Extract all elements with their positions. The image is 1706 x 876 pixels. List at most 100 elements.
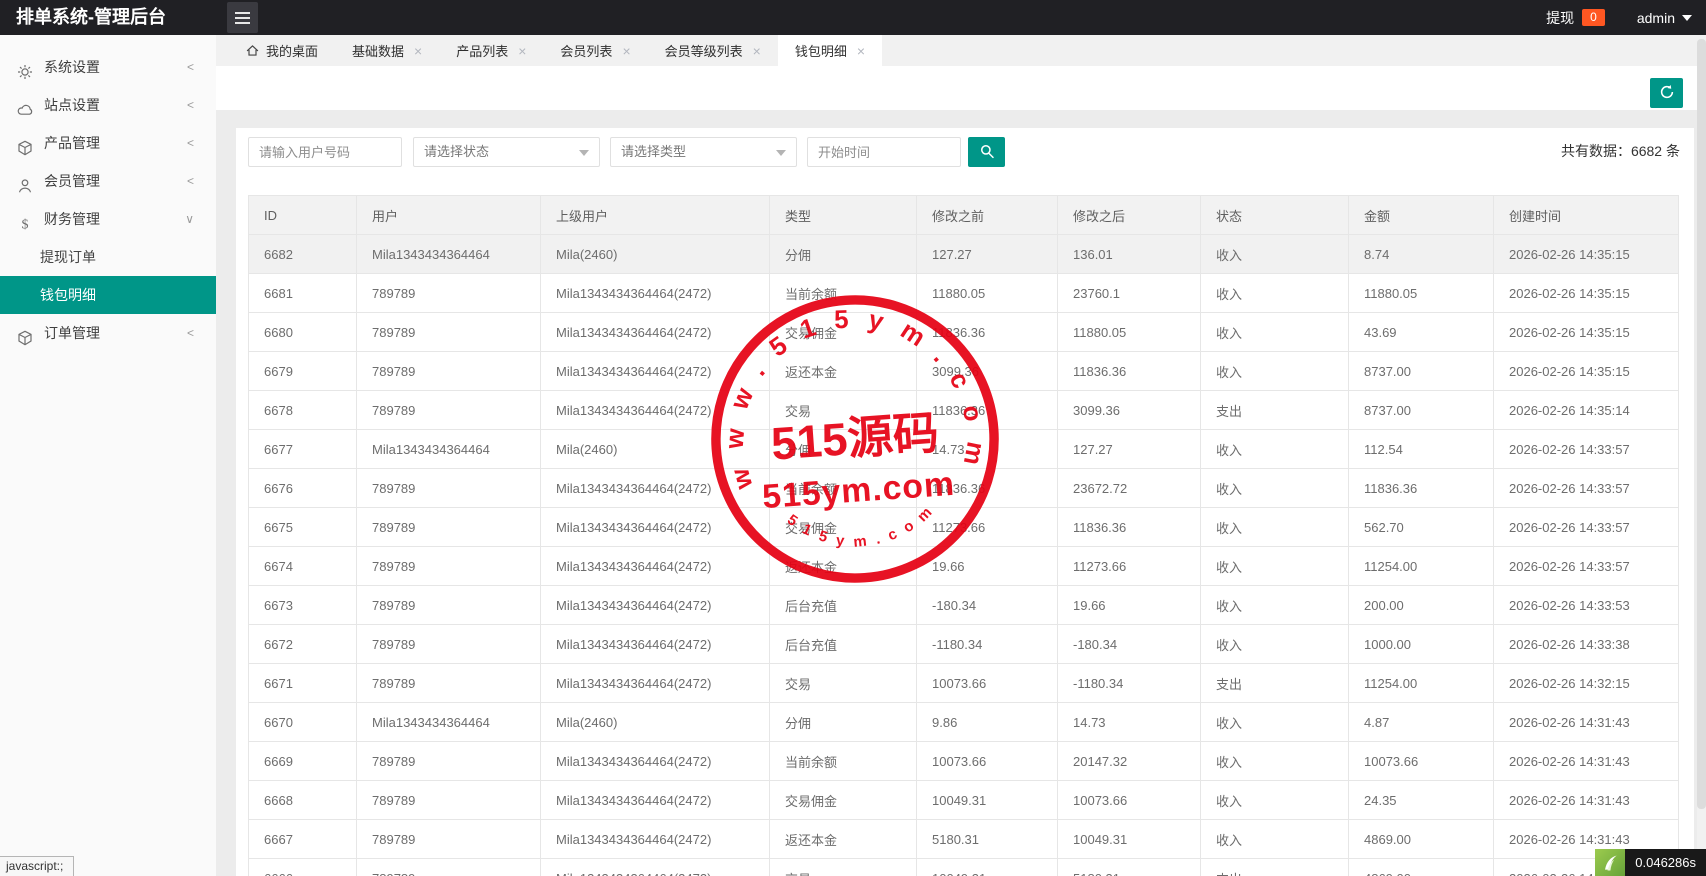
table-cell: 4869.00 (1349, 859, 1494, 876)
type-select[interactable]: 请选择类型 (610, 137, 797, 167)
close-icon[interactable]: × (857, 44, 865, 58)
sidebar-subitem-wallet-detail[interactable]: 钱包明细 (0, 276, 216, 314)
tab-product-list[interactable]: 产品列表 × (439, 35, 543, 66)
column-header: 状态 (1201, 196, 1349, 235)
tab-label: 产品列表 (456, 41, 508, 60)
table-cell: 11836.36 (1349, 469, 1494, 508)
tab-basic-data[interactable]: 基础数据 × (335, 35, 439, 66)
sidebar: 系统设置 < 站点设置 < 产品管理 < 会员管理 < $ 财务管理 ∨ 提现订… (0, 35, 216, 876)
sidebar-item-member-management[interactable]: 会员管理 < (0, 162, 216, 200)
chevron-left-icon: < (187, 314, 194, 352)
table-cell: Mila1343434364464(2472) (541, 352, 770, 391)
close-icon[interactable]: × (622, 44, 630, 58)
tab-desktop[interactable]: 我的桌面 (228, 35, 335, 66)
table-cell: 2026-02-26 14:31:43 (1494, 703, 1679, 742)
table-cell: 127.27 (917, 235, 1058, 274)
table-cell: 交易 (770, 391, 917, 430)
table-cell: Mila1343434364464 (357, 430, 541, 469)
table-cell: Mila1343434364464(2472) (541, 508, 770, 547)
tab-label: 钱包明细 (795, 41, 847, 60)
table-row: 6666789789Mila1343434364464(2472)交易10049… (249, 859, 1679, 876)
withdraw-link[interactable]: 提现 (1546, 8, 1574, 28)
wallet-table: ID 用户 上级用户 类型 修改之前 修改之后 状态 金额 创建时间 6682M… (248, 195, 1678, 876)
sidebar-item-order-management[interactable]: 订单管理 < (0, 314, 216, 352)
sidebar-item-product-management[interactable]: 产品管理 < (0, 124, 216, 162)
table-cell: 6682 (249, 235, 357, 274)
tab-member-list[interactable]: 会员列表 × (543, 35, 647, 66)
table-row: 6672789789Mila1343434364464(2472)后台充值-11… (249, 625, 1679, 664)
sidebar-item-label: 站点设置 (44, 86, 100, 124)
table-cell: 6678 (249, 391, 357, 430)
table-row: 6680789789Mila1343434364464(2472)交易佣金118… (249, 313, 1679, 352)
close-icon[interactable]: × (753, 44, 761, 58)
sidebar-item-label: 订单管理 (44, 314, 100, 352)
thinkphp-leaf-icon[interactable] (1595, 849, 1625, 876)
table-cell: 收入 (1201, 235, 1349, 274)
sidebar-item-finance-management[interactable]: $ 财务管理 ∨ (0, 200, 216, 238)
table-cell: 收入 (1201, 625, 1349, 664)
close-icon[interactable]: × (414, 44, 422, 58)
table-cell: 11836.36 (1058, 352, 1201, 391)
total-count-label: 共有数据：6682 条 (1561, 141, 1680, 161)
table-cell: 收入 (1201, 586, 1349, 625)
table-cell: 当前余额 (770, 469, 917, 508)
table-cell: 789789 (357, 469, 541, 508)
tab-wallet-detail[interactable]: 钱包明细 × (778, 35, 882, 66)
person-icon (16, 172, 34, 190)
sidebar-item-system-settings[interactable]: 系统设置 < (0, 48, 216, 86)
table-cell: 收入 (1201, 274, 1349, 313)
tab-label: 我的桌面 (266, 41, 318, 60)
table-cell: 789789 (357, 820, 541, 859)
table-cell: 6667 (249, 820, 357, 859)
table-cell: 交易佣金 (770, 781, 917, 820)
table-cell: 收入 (1201, 508, 1349, 547)
user-number-input[interactable] (248, 137, 402, 167)
table-cell: 当前余额 (770, 742, 917, 781)
table-cell: 11836.36 (917, 313, 1058, 352)
table-cell: 789789 (357, 547, 541, 586)
table-cell: 11836.36 (917, 469, 1058, 508)
table-cell: 10073.66 (1349, 742, 1494, 781)
close-icon[interactable]: × (518, 44, 526, 58)
table-cell: 收入 (1201, 742, 1349, 781)
table-cell: 11273.66 (917, 508, 1058, 547)
refresh-button[interactable] (1650, 78, 1683, 108)
sidebar-subitem-withdraw-orders[interactable]: 提现订单 (0, 238, 216, 276)
table-cell: 返还本金 (770, 547, 917, 586)
table-cell: 11880.05 (917, 274, 1058, 313)
search-button[interactable] (968, 137, 1005, 167)
table-cell: 11254.00 (1349, 547, 1494, 586)
table-row: 6669789789Mila1343434364464(2472)当前余额100… (249, 742, 1679, 781)
table-cell: Mila1343434364464 (357, 703, 541, 742)
render-time-label: 0.046286s (1625, 849, 1706, 876)
table-cell: Mila1343434364464(2472) (541, 664, 770, 703)
table-cell: 112.54 (1349, 430, 1494, 469)
table-cell: Mila1343434364464(2472) (541, 859, 770, 876)
start-time-input[interactable] (807, 137, 961, 167)
scrollbar-thumb[interactable] (1697, 39, 1706, 809)
table-cell: 200.00 (1349, 586, 1494, 625)
table-cell: Mila1343434364464(2472) (541, 781, 770, 820)
table-cell: 789789 (357, 313, 541, 352)
table-cell: Mila1343434364464(2472) (541, 586, 770, 625)
table-cell: Mila1343434364464(2472) (541, 469, 770, 508)
table-cell: 562.70 (1349, 508, 1494, 547)
cloud-icon (16, 96, 34, 114)
table-row: 6671789789Mila1343434364464(2472)交易10073… (249, 664, 1679, 703)
sidebar-item-site-settings[interactable]: 站点设置 < (0, 86, 216, 124)
status-select[interactable]: 请选择状态 (413, 137, 600, 167)
perf-widget: 0.046286s (1595, 849, 1706, 876)
user-menu[interactable]: admin (1637, 10, 1675, 26)
menu-toggle-button[interactable] (227, 2, 258, 33)
table-cell: 5180.31 (1058, 859, 1201, 876)
table-cell: 19.66 (917, 547, 1058, 586)
tab-member-level-list[interactable]: 会员等级列表 × (648, 35, 778, 66)
caret-down-icon (579, 150, 589, 156)
table-cell: Mila1343434364464(2472) (541, 547, 770, 586)
tab-label: 会员等级列表 (665, 41, 743, 60)
table-cell: -1180.34 (917, 625, 1058, 664)
table-cell: 8.74 (1349, 235, 1494, 274)
table-cell: 10049.31 (917, 859, 1058, 876)
app-title: 排单系统-管理后台 (16, 0, 166, 35)
table-cell: 2026-02-26 14:35:15 (1494, 235, 1679, 274)
